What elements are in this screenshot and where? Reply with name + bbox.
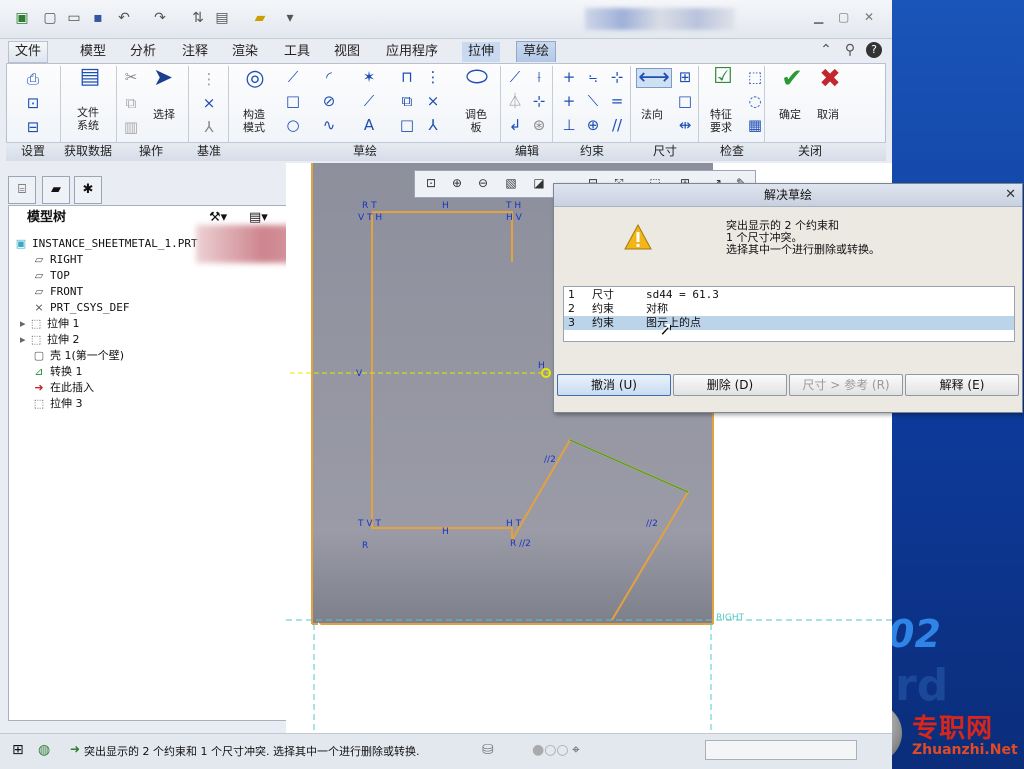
delete-button[interactable]: 删除 (D) xyxy=(673,374,787,396)
tree-toggle-icon[interactable]: ⊞ xyxy=(12,742,24,758)
constraint-marker: R //2 xyxy=(510,539,531,549)
conflict-row-type: 约束 xyxy=(592,302,614,315)
constraint-marker: H xyxy=(442,201,449,211)
constraint-marker: V xyxy=(356,369,363,379)
dialog-message-line-3: 选择其中一个进行删除或转换。 xyxy=(726,243,880,256)
constraint-marker: V T H xyxy=(358,213,382,223)
watermark-title: 专职网 xyxy=(912,714,994,744)
progress-dots-icon: ●○○ xyxy=(532,742,569,758)
dialog-title: 解决草绘 xyxy=(554,184,1022,207)
explain-button[interactable]: 解释 (E) xyxy=(905,374,1019,396)
desktop-ghost-text: rd xyxy=(895,660,949,711)
desktop-brand-text: 02 xyxy=(888,612,941,656)
dialog-close-icon[interactable]: ✕ xyxy=(1005,187,1016,203)
constraint-marker: H T xyxy=(506,519,522,529)
warning-icon xyxy=(624,224,652,250)
constraint-marker: T H xyxy=(505,201,521,211)
smart-filter-icon[interactable]: ⌖ xyxy=(572,742,580,758)
constraint-marker: H V xyxy=(506,213,523,223)
conflict-row[interactable]: 3 约束 图元上的点 xyxy=(564,316,1014,330)
conflict-row-n: 2 xyxy=(568,302,575,315)
conflict-list[interactable]: 1 尺寸 sd44 = 61.3 2 约束 对称 3 约束 图元上的点 xyxy=(563,286,1015,342)
conflict-row[interactable]: 1 尺寸 sd44 = 61.3 xyxy=(564,288,1014,302)
sketch-dimension-line[interactable] xyxy=(569,439,689,493)
zoom-in-icon[interactable]: ⊕ xyxy=(449,175,465,191)
undo-button[interactable]: 撤消 (U) xyxy=(557,374,671,396)
refit-icon[interactable]: ⊡ xyxy=(423,175,439,191)
mouse-cursor-icon: ➚ xyxy=(658,318,674,339)
browser-toggle-icon[interactable]: ◍ xyxy=(38,742,50,758)
conflict-row-type: 约束 xyxy=(592,316,614,329)
selection-filter-field[interactable] xyxy=(705,740,857,760)
display-style-icon[interactable]: ◪ xyxy=(531,175,547,191)
csys-icon: ◣ xyxy=(318,619,328,633)
constraint-marker: R xyxy=(362,541,368,551)
status-message: 突出显示的 2 个约束和 1 个尺寸冲突. 选择其中一个进行删除或转换. xyxy=(84,745,420,758)
conflict-row-desc: 图元上的点 xyxy=(646,316,701,329)
right-plane-label: RIGHT xyxy=(716,613,745,623)
watermark-url: Zhuanzhi.Net xyxy=(912,742,1018,758)
constraint-marker: R T xyxy=(362,201,377,211)
conflict-row-n: 1 xyxy=(568,288,575,301)
conflict-row-desc: 对称 xyxy=(646,302,668,315)
dim-to-ref-button: 尺寸 > 参考 (R) xyxy=(789,374,903,396)
zoom-out-icon[interactable]: ⊖ xyxy=(475,175,491,191)
message-arrow-icon: ➜ xyxy=(70,742,81,756)
conflict-row-type: 尺寸 xyxy=(592,288,614,301)
constraint-marker: T V T xyxy=(357,519,381,529)
repaint-icon[interactable]: ▧ xyxy=(503,175,519,191)
conflict-row-desc: sd44 = 61.3 xyxy=(646,288,719,301)
conflict-row-n: 3 xyxy=(568,316,575,329)
regen-status-icon[interactable]: ⛁ xyxy=(482,742,494,758)
creo-window: ▣ ▢ ▭ ▪ ↶ ↷ ⇅ ▤ ▰ ▾ ▁ ▢ ✕ 文件 模型 分析 注释 渲染… xyxy=(0,0,1023,769)
constraint-marker: //2 xyxy=(646,519,658,529)
constraint-marker: //2 xyxy=(544,455,556,465)
constraint-marker: H xyxy=(538,361,545,371)
conflict-row[interactable]: 2 约束 对称 xyxy=(564,302,1014,316)
constraint-marker: H xyxy=(442,527,449,537)
